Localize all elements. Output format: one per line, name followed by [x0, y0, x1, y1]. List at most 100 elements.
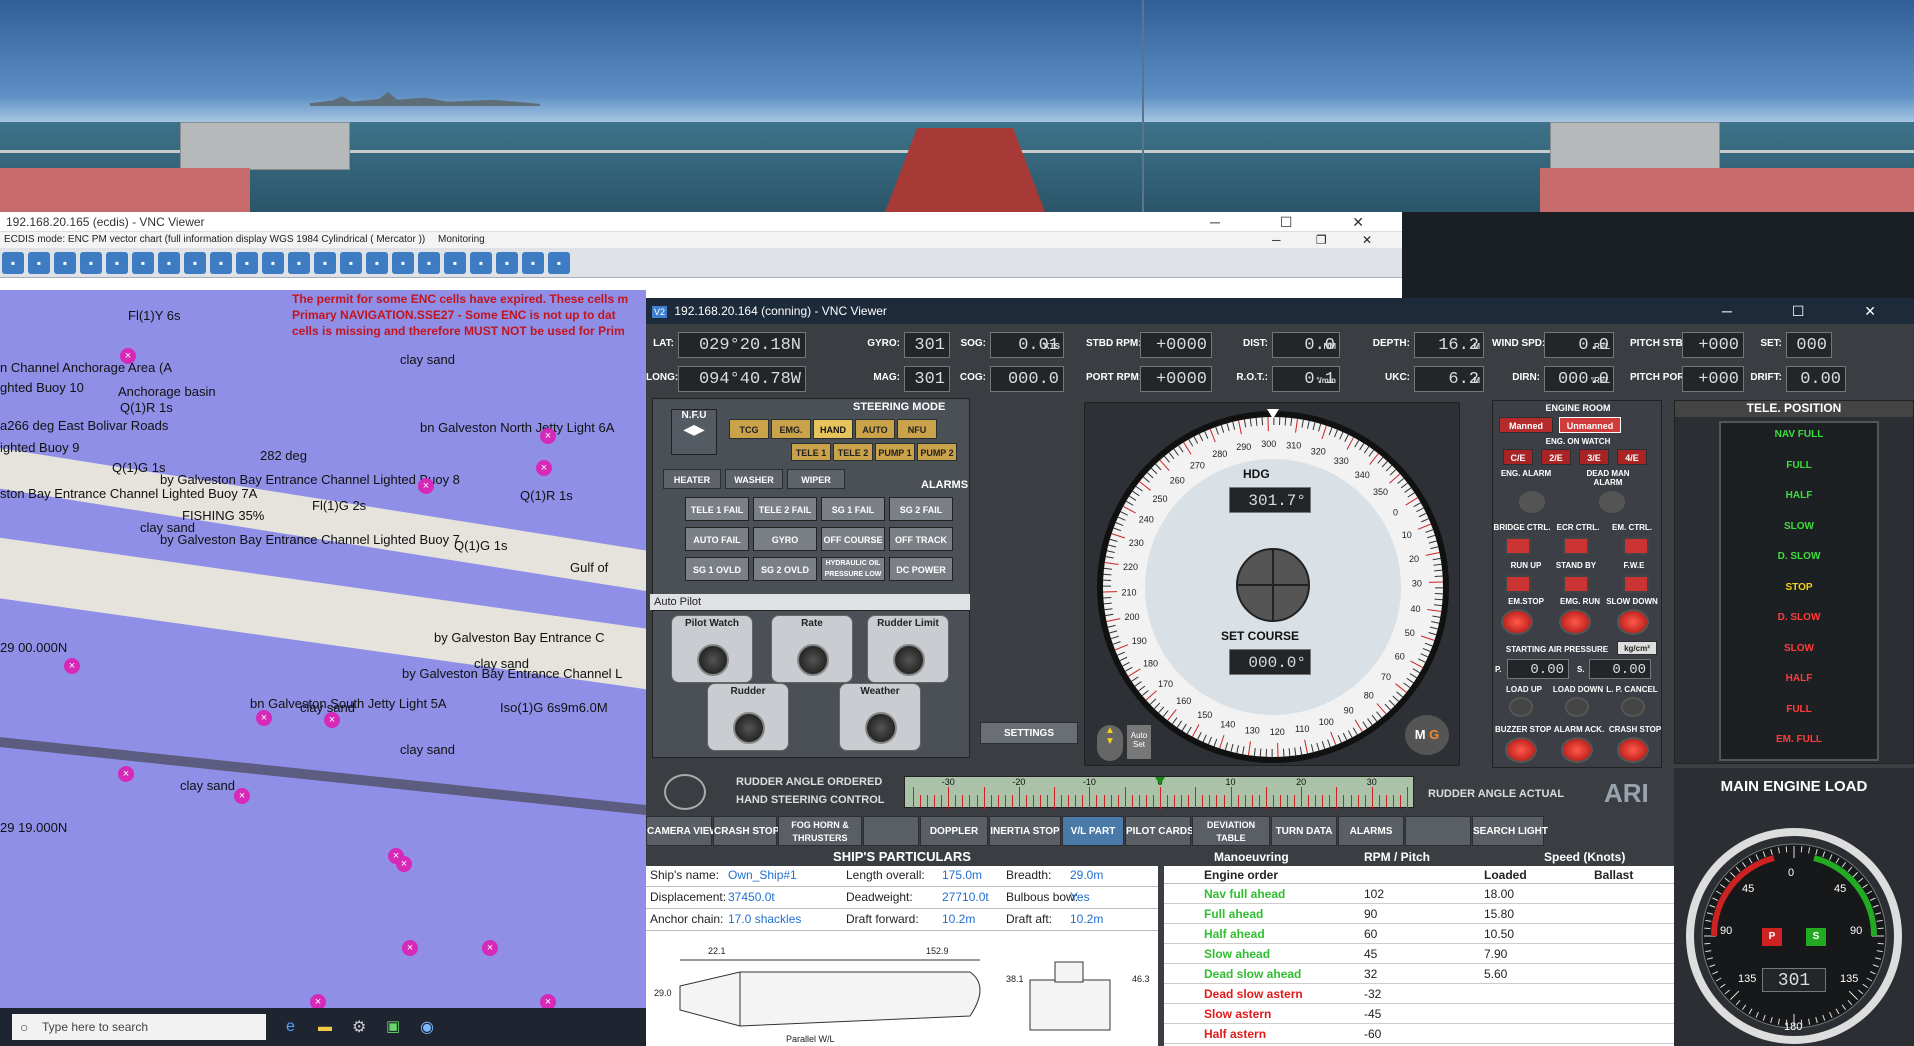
- tab-blank[interactable]: [863, 816, 919, 846]
- taskbar-search[interactable]: ○ Type here to search: [12, 1014, 266, 1040]
- tab-deviation-table[interactable]: DEVIATION TABLE: [1192, 816, 1270, 846]
- washer-button[interactable]: WASHER: [725, 469, 783, 489]
- tab-turn-data[interactable]: TURN DATA: [1271, 816, 1337, 846]
- load-button-0[interactable]: [1509, 697, 1533, 717]
- tab-alarms[interactable]: ALARMS: [1338, 816, 1404, 846]
- route-plan-icon[interactable]: ▪: [288, 252, 310, 274]
- er-switch-1[interactable]: [1599, 491, 1625, 513]
- pan-icon[interactable]: ▪: [80, 252, 102, 274]
- load-button-2[interactable]: [1621, 697, 1645, 717]
- nfu-control[interactable]: N.F.U ◀▶: [671, 409, 717, 455]
- tele-pos-2[interactable]: HALF: [1721, 490, 1877, 501]
- knob-rudder[interactable]: Rudder: [707, 683, 789, 751]
- nautical-chart[interactable]: A Range Front LightFl(1)W 2s13mighted Bu…: [0, 290, 646, 1024]
- engineer-3-button[interactable]: 4/E: [1617, 449, 1647, 465]
- knob-weather[interactable]: Weather: [839, 683, 921, 751]
- buoy-symbol[interactable]: ×: [118, 766, 134, 782]
- buoy-symbol[interactable]: ×: [540, 428, 556, 444]
- mode-nfu-button[interactable]: NFU: [897, 419, 937, 439]
- chart-icon[interactable]: ▪: [158, 252, 180, 274]
- engineer-1-button[interactable]: 2/E: [1541, 449, 1571, 465]
- manned-button[interactable]: Manned: [1499, 417, 1553, 433]
- knob-dial-icon[interactable]: [893, 644, 925, 676]
- unmanned-button[interactable]: Unmanned: [1559, 417, 1621, 433]
- settings-icon[interactable]: ⚙: [352, 1017, 366, 1037]
- er-button-0[interactable]: [1505, 537, 1531, 555]
- tab-doppler[interactable]: DOPPLER: [920, 816, 988, 846]
- settings-icon[interactable]: ▪: [366, 252, 388, 274]
- tele-pos-8[interactable]: HALF: [1721, 673, 1877, 684]
- display-icon[interactable]: ▪: [314, 252, 336, 274]
- er-button-5[interactable]: [1623, 575, 1649, 593]
- auto-set-button[interactable]: Auto Set: [1127, 725, 1151, 759]
- knob-pilot-watch[interactable]: Pilot Watch: [671, 615, 753, 683]
- folder-icon[interactable]: ▬: [318, 1018, 332, 1034]
- tools-icon[interactable]: ▪: [470, 252, 492, 274]
- tele-button[interactable]: PUMP 2: [917, 443, 957, 461]
- buoy-symbol[interactable]: ×: [64, 658, 80, 674]
- measure-icon[interactable]: ▪: [132, 252, 154, 274]
- tab-pilot-cards[interactable]: PILOT CARDS: [1125, 816, 1194, 846]
- center-icon[interactable]: ▪: [444, 252, 466, 274]
- tab-fog-horn-thrusters[interactable]: FOG HORN & THRUSTERS: [778, 816, 862, 846]
- load-button-1[interactable]: [1565, 697, 1589, 717]
- buoy-symbol[interactable]: ×: [234, 788, 250, 804]
- window-controls[interactable]: ─ ☐ ✕: [1210, 212, 1392, 232]
- stop-button-0[interactable]: [1505, 737, 1537, 763]
- mode-emg-button[interactable]: EMG.: [771, 419, 811, 439]
- knob-rudder-limit[interactable]: Rudder Limit: [867, 615, 949, 683]
- buoy-symbol[interactable]: ×: [120, 348, 136, 364]
- tab-search-light[interactable]: SEARCH LIGHT: [1472, 816, 1548, 846]
- er-stop-lamp-1[interactable]: [1559, 609, 1591, 635]
- engineer-2-button[interactable]: 3/E: [1579, 449, 1609, 465]
- tele-button[interactable]: TELE 2: [833, 443, 873, 461]
- mode-hand-button[interactable]: HAND: [813, 419, 853, 439]
- weather-icon[interactable]: ▪: [418, 252, 440, 274]
- palette-icon[interactable]: ▪: [392, 252, 414, 274]
- tab-v-l-part[interactable]: V/L PART: [1062, 816, 1124, 846]
- buoy-symbol[interactable]: ×: [324, 712, 340, 728]
- print-icon[interactable]: ▪: [496, 252, 518, 274]
- save-icon[interactable]: ▪: [522, 252, 544, 274]
- engineer-0-button[interactable]: C/E: [1503, 449, 1533, 465]
- buoy-symbol[interactable]: ×: [396, 856, 412, 872]
- stop-button-1[interactable]: [1561, 737, 1593, 763]
- ship-icon[interactable]: ▪: [184, 252, 206, 274]
- anchor-icon[interactable]: ▪: [210, 252, 232, 274]
- zoom-out-icon[interactable]: ▪: [54, 252, 76, 274]
- knob-dial-icon[interactable]: [733, 712, 765, 744]
- conning-window-controls[interactable]: ─ ☐ ✕: [1722, 298, 1904, 324]
- tab-crash-stop[interactable]: CRASH STOP: [713, 816, 779, 846]
- tele-button[interactable]: TELE 1: [791, 443, 831, 461]
- inner-window-controls[interactable]: ─ ❐ ✕: [1272, 232, 1388, 248]
- tele-pos-6[interactable]: D. SLOW: [1721, 612, 1877, 623]
- knob-dial-icon[interactable]: [865, 712, 897, 744]
- tele-pos-3[interactable]: SLOW: [1721, 521, 1877, 532]
- globe-icon[interactable]: ◉: [420, 1017, 434, 1037]
- tab-inertia-stop[interactable]: INERTIA STOP: [989, 816, 1061, 846]
- buoy-symbol[interactable]: ×: [418, 478, 434, 494]
- buoy-symbol[interactable]: ×: [536, 460, 552, 476]
- mark-icon[interactable]: ▪: [262, 252, 284, 274]
- buoy-symbol[interactable]: ×: [256, 710, 272, 726]
- zoom-in-icon[interactable]: ▪: [28, 252, 50, 274]
- tab-camera-view[interactable]: CAMERA VIEW: [646, 816, 719, 846]
- er-button-1[interactable]: [1563, 537, 1589, 555]
- tele-pos-7[interactable]: SLOW: [1721, 643, 1877, 654]
- tele-pos-0[interactable]: NAV FULL: [1721, 429, 1877, 440]
- er-button-3[interactable]: [1505, 575, 1531, 593]
- er-stop-lamp-0[interactable]: [1501, 609, 1533, 635]
- tele-pos-4[interactable]: D. SLOW: [1721, 551, 1877, 562]
- nfu-arrows-icon[interactable]: ◀▶: [672, 421, 716, 438]
- tele-pos-5[interactable]: STOP: [1721, 582, 1877, 593]
- buoy-symbol[interactable]: ×: [402, 940, 418, 956]
- tele-button[interactable]: PUMP 1: [875, 443, 915, 461]
- course-adjust-arrows-icon[interactable]: ▲ ▼: [1097, 725, 1123, 761]
- er-stop-lamp-2[interactable]: [1617, 609, 1649, 635]
- app-icon[interactable]: ▣: [386, 1017, 400, 1035]
- info-icon[interactable]: ▪: [340, 252, 362, 274]
- telegraph-scale[interactable]: NAV FULL FULL HALF SLOW D. SLOW STOP D. SLOW SL…: [1719, 421, 1879, 761]
- route-icon[interactable]: ▪: [2, 252, 24, 274]
- track-icon[interactable]: ▪: [236, 252, 258, 274]
- tele-pos-1[interactable]: FULL: [1721, 460, 1877, 471]
